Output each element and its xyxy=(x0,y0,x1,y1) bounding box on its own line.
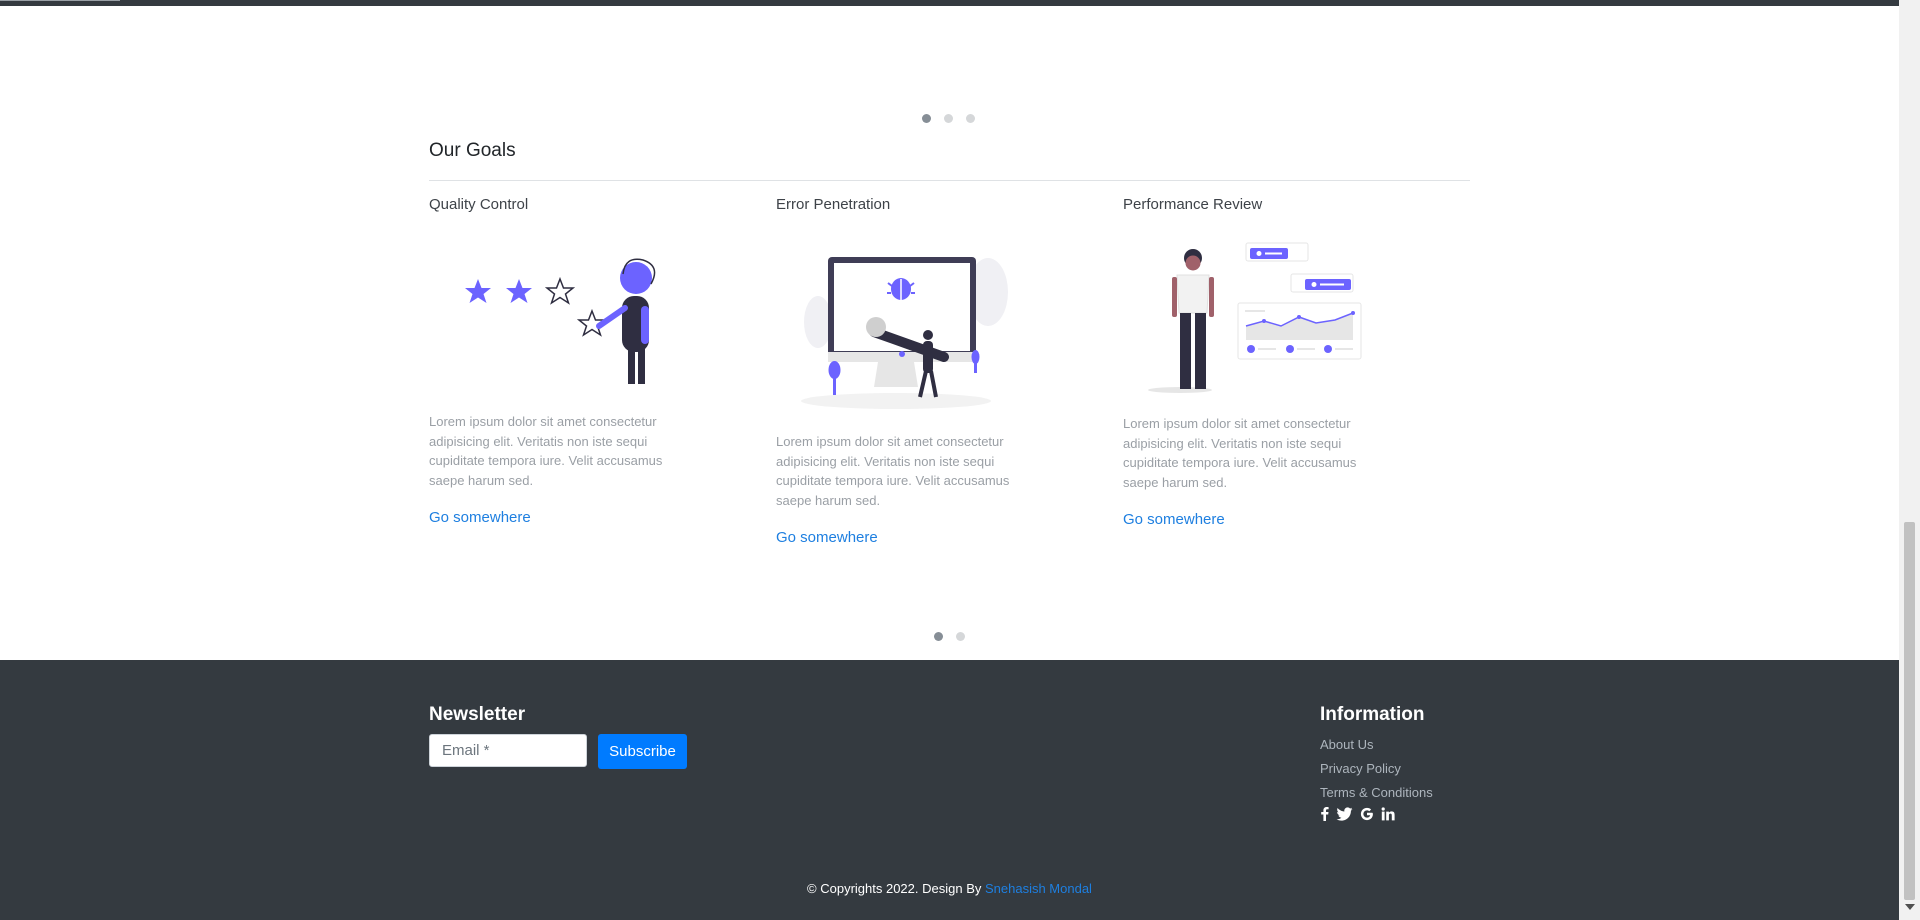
information-title: Information xyxy=(1320,704,1425,725)
copyright-text: © Copyrights 2022. Design By Snehasish M… xyxy=(0,881,1899,896)
about-us-link[interactable]: About Us xyxy=(1320,736,1433,760)
facebook-icon[interactable] xyxy=(1320,806,1329,821)
bug-fixing-illustration xyxy=(801,257,1008,409)
carousel-indicator-2[interactable] xyxy=(944,114,953,123)
email-input[interactable] xyxy=(429,734,587,767)
section-title: Our Goals xyxy=(429,140,516,161)
scrollbar-thumb[interactable] xyxy=(1904,522,1915,900)
twitter-icon[interactable] xyxy=(1336,806,1353,821)
terms-conditions-link[interactable]: Terms & Conditions xyxy=(1320,784,1433,808)
card-title: Error Penetration xyxy=(776,196,891,213)
carousel-indicators-top xyxy=(922,114,975,123)
carousel-indicator-1[interactable] xyxy=(934,632,943,641)
privacy-policy-link[interactable]: Privacy Policy xyxy=(1320,760,1433,784)
go-somewhere-link[interactable]: Go somewhere xyxy=(429,509,531,526)
subscribe-button[interactable]: Subscribe xyxy=(598,734,687,769)
scrollbar[interactable] xyxy=(1899,0,1920,920)
carousel-indicator-2[interactable] xyxy=(956,632,965,641)
goal-card-error-penetration: Error Penetration Lorem ipsum dolor sit … xyxy=(776,196,1076,547)
carousel-indicators-bottom xyxy=(934,632,965,641)
scroll-down-arrow-icon[interactable] xyxy=(1905,904,1915,910)
site-footer: Newsletter Subscribe Information About U… xyxy=(0,660,1899,920)
card-title: Performance Review xyxy=(1123,196,1263,213)
card-description: Lorem ipsum dolor sit amet consectetur a… xyxy=(776,434,1010,508)
copyright-prefix: © Copyrights 2022. Design By xyxy=(807,881,985,896)
carousel-indicator-3[interactable] xyxy=(966,114,975,123)
author-link[interactable]: Snehasish Mondal xyxy=(985,881,1092,896)
navbar-highlight xyxy=(0,0,120,1)
carousel-indicator-1[interactable] xyxy=(922,114,931,123)
top-navbar-edge xyxy=(0,0,1899,6)
card-description: Lorem ipsum dolor sit amet consectetur a… xyxy=(1123,416,1357,490)
analytics-dashboard-illustration xyxy=(1148,242,1362,393)
go-somewhere-link[interactable]: Go somewhere xyxy=(776,529,878,546)
section-divider xyxy=(429,180,1470,181)
linkedin-icon[interactable] xyxy=(1381,806,1395,821)
information-links: About Us Privacy Policy Terms & Conditio… xyxy=(1320,736,1433,808)
goal-card-quality-control: Quality Control Lorem ipsum dolor sit am… xyxy=(429,196,729,527)
go-somewhere-link[interactable]: Go somewhere xyxy=(1123,511,1225,528)
newsletter-title: Newsletter xyxy=(429,704,526,725)
rating-stars-illustration xyxy=(465,258,656,384)
goal-card-performance-review: Performance Review Lorem ipsum dolor sit… xyxy=(1123,196,1423,529)
google-icon[interactable] xyxy=(1360,807,1374,821)
card-description: Lorem ipsum dolor sit amet consectetur a… xyxy=(429,414,663,488)
card-title: Quality Control xyxy=(429,196,529,213)
social-links xyxy=(1320,806,1395,821)
